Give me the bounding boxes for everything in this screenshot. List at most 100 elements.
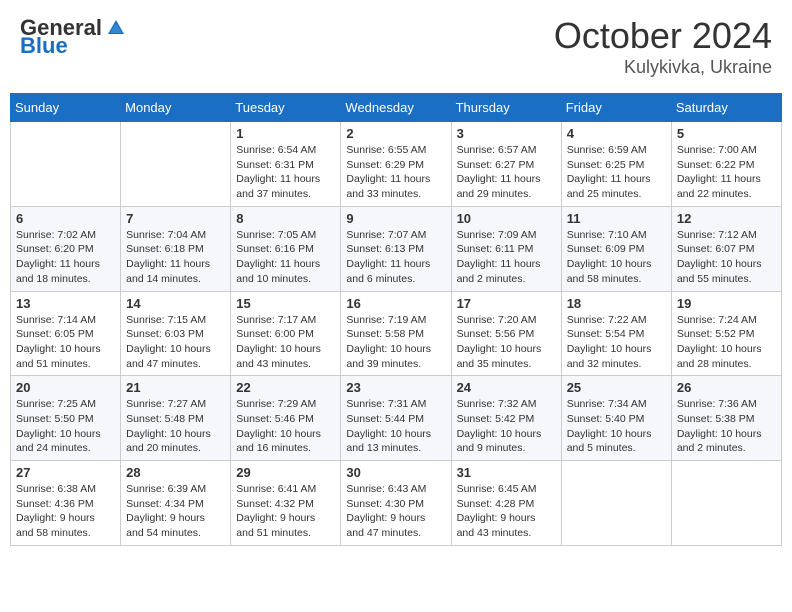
day-number: 30: [346, 465, 445, 480]
calendar-cell: 17 Sunrise: 7:20 AMSunset: 5:56 PMDayligh…: [451, 291, 561, 376]
day-info: Sunrise: 7:17 AMSunset: 6:00 PMDaylight:…: [236, 313, 335, 372]
calendar-cell: 19 Sunrise: 7:24 AMSunset: 5:52 PMDayligh…: [671, 291, 781, 376]
calendar-week-row: 20 Sunrise: 7:25 AMSunset: 5:50 PMDayligh…: [11, 376, 782, 461]
day-of-week-header: Monday: [121, 94, 231, 122]
calendar-cell: [561, 461, 671, 546]
calendar-cell: 10 Sunrise: 7:09 AMSunset: 6:11 PMDayligh…: [451, 206, 561, 291]
day-info: Sunrise: 7:32 AMSunset: 5:42 PMDaylight:…: [457, 397, 556, 456]
day-number: 6: [16, 211, 115, 226]
calendar-cell: 5Sunrise: 7:00 AMSunset: 6:22 PMDaylight…: [671, 122, 781, 207]
calendar-cell: 23 Sunrise: 7:31 AMSunset: 5:44 PMDayligh…: [341, 376, 451, 461]
day-info: Sunrise: 7:22 AMSunset: 5:54 PMDaylight:…: [567, 313, 666, 372]
day-info: Sunrise: 7:10 AMSunset: 6:09 PMDaylight:…: [567, 228, 666, 287]
day-number: 3: [457, 126, 556, 141]
calendar-cell: 7Sunrise: 7:04 AMSunset: 6:18 PMDaylight…: [121, 206, 231, 291]
calendar-cell: 21 Sunrise: 7:27 AMSunset: 5:48 PMDayligh…: [121, 376, 231, 461]
day-number: 10: [457, 211, 556, 226]
day-of-week-header: Wednesday: [341, 94, 451, 122]
day-number: 23: [346, 380, 445, 395]
calendar-cell: 2 Sunrise: 6:55 AMSunset: 6:29 PMDaylight…: [341, 122, 451, 207]
day-number: 1: [236, 126, 335, 141]
day-info: Sunrise: 7:20 AMSunset: 5:56 PMDaylight:…: [457, 313, 556, 372]
day-info: Sunrise: 7:04 AMSunset: 6:18 PMDaylight:…: [126, 228, 225, 287]
calendar-cell: 28 Sunrise: 6:39 AMSunset: 4:34 PMDayligh…: [121, 461, 231, 546]
page-header: General Blue October 2024 Kulykivka, Ukr…: [10, 10, 782, 83]
day-info: Sunrise: 7:12 AMSunset: 6:07 PMDaylight:…: [677, 228, 776, 287]
calendar-week-row: 6 Sunrise: 7:02 AMSunset: 6:20 PMDaylight…: [11, 206, 782, 291]
day-number: 14: [126, 296, 225, 311]
calendar-cell: 3 Sunrise: 6:57 AMSunset: 6:27 PMDaylight…: [451, 122, 561, 207]
calendar-week-row: 27Sunrise: 6:38 AMSunset: 4:36 PMDayligh…: [11, 461, 782, 546]
day-number: 20: [16, 380, 115, 395]
day-number: 8: [236, 211, 335, 226]
day-info: Sunrise: 6:41 AMSunset: 4:32 PMDaylight:…: [236, 482, 335, 541]
day-number: 17: [457, 296, 556, 311]
calendar-cell: 26 Sunrise: 7:36 AMSunset: 5:38 PMDayligh…: [671, 376, 781, 461]
calendar-cell: 11 Sunrise: 7:10 AMSunset: 6:09 PMDayligh…: [561, 206, 671, 291]
calendar-week-row: 1Sunrise: 6:54 AMSunset: 6:31 PMDaylight…: [11, 122, 782, 207]
day-number: 15: [236, 296, 335, 311]
calendar-cell: 6 Sunrise: 7:02 AMSunset: 6:20 PMDaylight…: [11, 206, 121, 291]
calendar-cell: 24 Sunrise: 7:32 AMSunset: 5:42 PMDayligh…: [451, 376, 561, 461]
day-info: Sunrise: 7:36 AMSunset: 5:38 PMDaylight:…: [677, 397, 776, 456]
calendar-cell: 13 Sunrise: 7:14 AMSunset: 6:05 PMDayligh…: [11, 291, 121, 376]
logo-icon: [106, 18, 126, 38]
logo: General Blue: [20, 15, 126, 59]
day-info: Sunrise: 7:19 AMSunset: 5:58 PMDaylight:…: [346, 313, 445, 372]
day-info: Sunrise: 7:27 AMSunset: 5:48 PMDaylight:…: [126, 397, 225, 456]
day-number: 19: [677, 296, 776, 311]
day-info: Sunrise: 7:31 AMSunset: 5:44 PMDaylight:…: [346, 397, 445, 456]
day-number: 22: [236, 380, 335, 395]
calendar-cell: 14 Sunrise: 7:15 AMSunset: 6:03 PMDayligh…: [121, 291, 231, 376]
calendar-cell: 9Sunrise: 7:07 AMSunset: 6:13 PMDaylight…: [341, 206, 451, 291]
day-number: 2: [346, 126, 445, 141]
calendar-cell: 1Sunrise: 6:54 AMSunset: 6:31 PMDaylight…: [231, 122, 341, 207]
day-info: Sunrise: 6:59 AMSunset: 6:25 PMDaylight:…: [567, 143, 666, 202]
calendar-cell: 18 Sunrise: 7:22 AMSunset: 5:54 PMDayligh…: [561, 291, 671, 376]
day-of-week-header: Saturday: [671, 94, 781, 122]
day-info: Sunrise: 6:45 AMSunset: 4:28 PMDaylight:…: [457, 482, 556, 541]
day-info: Sunrise: 7:15 AMSunset: 6:03 PMDaylight:…: [126, 313, 225, 372]
day-info: Sunrise: 6:38 AMSunset: 4:36 PMDaylight:…: [16, 482, 115, 541]
calendar-cell: 30Sunrise: 6:43 AMSunset: 4:30 PMDayligh…: [341, 461, 451, 546]
calendar-cell: 12 Sunrise: 7:12 AMSunset: 6:07 PMDayligh…: [671, 206, 781, 291]
day-info: Sunrise: 7:34 AMSunset: 5:40 PMDaylight:…: [567, 397, 666, 456]
day-number: 12: [677, 211, 776, 226]
day-info: Sunrise: 7:09 AMSunset: 6:11 PMDaylight:…: [457, 228, 556, 287]
calendar-cell: 25Sunrise: 7:34 AMSunset: 5:40 PMDayligh…: [561, 376, 671, 461]
day-info: Sunrise: 7:24 AMSunset: 5:52 PMDaylight:…: [677, 313, 776, 372]
day-number: 26: [677, 380, 776, 395]
day-info: Sunrise: 7:05 AMSunset: 6:16 PMDaylight:…: [236, 228, 335, 287]
day-of-week-header: Thursday: [451, 94, 561, 122]
day-info: Sunrise: 7:07 AMSunset: 6:13 PMDaylight:…: [346, 228, 445, 287]
day-of-week-header: Tuesday: [231, 94, 341, 122]
day-info: Sunrise: 7:14 AMSunset: 6:05 PMDaylight:…: [16, 313, 115, 372]
day-info: Sunrise: 7:25 AMSunset: 5:50 PMDaylight:…: [16, 397, 115, 456]
day-number: 29: [236, 465, 335, 480]
day-of-week-header: Friday: [561, 94, 671, 122]
calendar-cell: 4Sunrise: 6:59 AMSunset: 6:25 PMDaylight…: [561, 122, 671, 207]
calendar-cell: 15 Sunrise: 7:17 AMSunset: 6:00 PMDayligh…: [231, 291, 341, 376]
calendar-table: SundayMondayTuesdayWednesdayThursdayFrid…: [10, 93, 782, 546]
calendar-cell: [671, 461, 781, 546]
day-number: 24: [457, 380, 556, 395]
day-info: Sunrise: 6:57 AMSunset: 6:27 PMDaylight:…: [457, 143, 556, 202]
calendar-week-row: 13 Sunrise: 7:14 AMSunset: 6:05 PMDayligh…: [11, 291, 782, 376]
location-title: Kulykivka, Ukraine: [554, 57, 772, 78]
logo-blue-text: Blue: [20, 33, 68, 59]
day-number: 5: [677, 126, 776, 141]
day-number: 28: [126, 465, 225, 480]
day-number: 11: [567, 211, 666, 226]
day-info: Sunrise: 7:02 AMSunset: 6:20 PMDaylight:…: [16, 228, 115, 287]
calendar-cell: 8 Sunrise: 7:05 AMSunset: 6:16 PMDaylight…: [231, 206, 341, 291]
calendar-cell: [121, 122, 231, 207]
calendar-cell: [11, 122, 121, 207]
day-number: 13: [16, 296, 115, 311]
day-number: 21: [126, 380, 225, 395]
calendar-header-row: SundayMondayTuesdayWednesdayThursdayFrid…: [11, 94, 782, 122]
day-number: 18: [567, 296, 666, 311]
calendar-cell: 27Sunrise: 6:38 AMSunset: 4:36 PMDayligh…: [11, 461, 121, 546]
day-info: Sunrise: 6:39 AMSunset: 4:34 PMDaylight:…: [126, 482, 225, 541]
calendar-cell: 31Sunrise: 6:45 AMSunset: 4:28 PMDayligh…: [451, 461, 561, 546]
day-info: Sunrise: 6:55 AMSunset: 6:29 PMDaylight:…: [346, 143, 445, 202]
